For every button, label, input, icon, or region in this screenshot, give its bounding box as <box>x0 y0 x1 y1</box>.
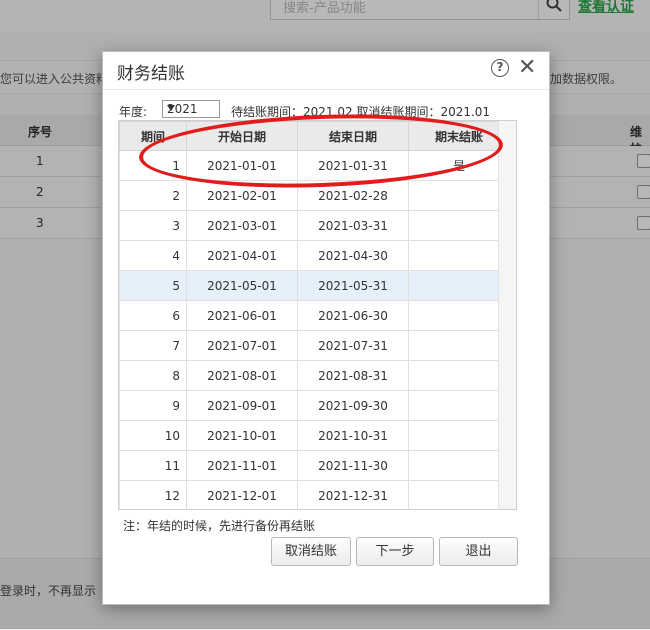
closed-status-cell <box>408 420 510 451</box>
period-cell: 8 <box>119 360 187 391</box>
start-date-cell: 2021-10-01 <box>186 420 298 451</box>
period-cell: 7 <box>119 330 187 361</box>
col-closed-header: 期末结账 <box>408 121 510 151</box>
table-row[interactable]: 4 2021-04-01 2021-04-30 <box>119 240 510 271</box>
end-date-cell: 2021-01-31 <box>297 150 409 181</box>
table-row[interactable]: 2 2021-02-01 2021-02-28 <box>119 180 510 211</box>
financial-close-dialog: 财务结账 ? ✕ 年度: 2021 待结账期间：2021.02 取消结账期间：2… <box>102 51 550 605</box>
start-date-cell: 2021-01-01 <box>186 150 298 181</box>
table-header-row: 期间 开始日期 结束日期 期末结账 <box>119 121 510 151</box>
end-date-cell: 2021-03-31 <box>297 210 409 241</box>
next-step-button[interactable]: 下一步 <box>356 537 434 566</box>
chevron-down-icon <box>167 105 175 111</box>
period-table-container: 期间 开始日期 结束日期 期末结账 1 2021-01-01 2021-01-31 是… <box>118 120 517 510</box>
start-date-cell: 2021-03-01 <box>186 210 298 241</box>
closed-status-cell <box>408 210 510 241</box>
start-date-cell: 2021-12-01 <box>186 480 298 509</box>
start-date-cell: 2021-07-01 <box>186 330 298 361</box>
end-date-cell: 2021-12-31 <box>297 480 409 509</box>
end-date-cell: 2021-04-30 <box>297 240 409 271</box>
period-cell: 6 <box>119 300 187 331</box>
closed-status-cell <box>408 480 510 509</box>
period-cell: 5 <box>119 270 187 301</box>
start-date-cell: 2021-11-01 <box>186 450 298 481</box>
closed-status-cell <box>408 450 510 481</box>
period-cell: 11 <box>119 450 187 481</box>
start-date-cell: 2021-08-01 <box>186 360 298 391</box>
closed-status-cell <box>408 180 510 211</box>
end-date-cell: 2021-06-30 <box>297 300 409 331</box>
backup-note: 注：年结的时候，先进行备份再结账 <box>123 519 316 533</box>
closed-status-cell <box>408 240 510 271</box>
col-end-header: 结束日期 <box>297 121 409 151</box>
closed-status-cell <box>408 300 510 331</box>
table-row[interactable]: 3 2021-03-01 2021-03-31 <box>119 210 510 241</box>
period-info: 待结账期间：2021.02 取消结账期间：2021.01 <box>231 105 491 119</box>
end-date-cell: 2021-09-30 <box>297 390 409 421</box>
end-date-cell: 2021-07-31 <box>297 330 409 361</box>
period-cell: 9 <box>119 390 187 421</box>
start-date-cell: 2021-02-01 <box>186 180 298 211</box>
table-row[interactable]: 5 2021-05-01 2021-05-31 <box>119 270 510 301</box>
table-row[interactable]: 12 2021-12-01 2021-12-31 <box>119 480 510 509</box>
start-date-cell: 2021-04-01 <box>186 240 298 271</box>
end-date-cell: 2021-08-31 <box>297 360 409 391</box>
period-cell: 2 <box>119 180 187 211</box>
end-date-cell: 2021-02-28 <box>297 180 409 211</box>
table-row[interactable]: 1 2021-01-01 2021-01-31 是 <box>119 150 510 181</box>
end-date-cell: 2021-05-31 <box>297 270 409 301</box>
dialog-title: 财务结账 <box>117 64 185 84</box>
end-date-cell: 2021-11-30 <box>297 450 409 481</box>
table-row[interactable]: 6 2021-06-01 2021-06-30 <box>119 300 510 331</box>
period-table: 期间 开始日期 结束日期 期末结账 1 2021-01-01 2021-01-31 是… <box>119 121 510 509</box>
period-cell: 1 <box>119 150 187 181</box>
table-row[interactable]: 9 2021-09-01 2021-09-30 <box>119 390 510 421</box>
table-row[interactable]: 11 2021-11-01 2021-11-30 <box>119 450 510 481</box>
closed-status-cell <box>408 330 510 361</box>
closed-status-cell: 是 <box>408 150 510 181</box>
end-date-cell: 2021-10-31 <box>297 420 409 451</box>
table-row[interactable]: 8 2021-08-01 2021-08-31 <box>119 360 510 391</box>
close-icon[interactable]: ✕ <box>518 55 536 80</box>
cancel-close-button[interactable]: 取消结账 <box>271 537 351 566</box>
table-row[interactable]: 7 2021-07-01 2021-07-31 <box>119 330 510 361</box>
col-period-header: 期间 <box>119 121 187 151</box>
start-date-cell: 2021-06-01 <box>186 300 298 331</box>
closed-status-cell <box>408 270 510 301</box>
title-divider <box>103 89 549 90</box>
table-row[interactable]: 10 2021-10-01 2021-10-31 <box>119 420 510 451</box>
start-date-cell: 2021-05-01 <box>186 270 298 301</box>
period-cell: 4 <box>119 240 187 271</box>
help-icon[interactable]: ? <box>491 59 509 77</box>
start-date-cell: 2021-09-01 <box>186 390 298 421</box>
period-cell: 3 <box>119 210 187 241</box>
exit-button[interactable]: 退出 <box>439 537 518 566</box>
year-label: 年度: <box>119 105 148 119</box>
closed-status-cell <box>408 390 510 421</box>
col-start-header: 开始日期 <box>186 121 298 151</box>
year-select[interactable]: 2021 <box>162 100 220 118</box>
vertical-scrollbar[interactable] <box>498 121 516 509</box>
closed-status-cell <box>408 360 510 391</box>
period-cell: 10 <box>119 420 187 451</box>
period-cell: 12 <box>119 480 187 509</box>
